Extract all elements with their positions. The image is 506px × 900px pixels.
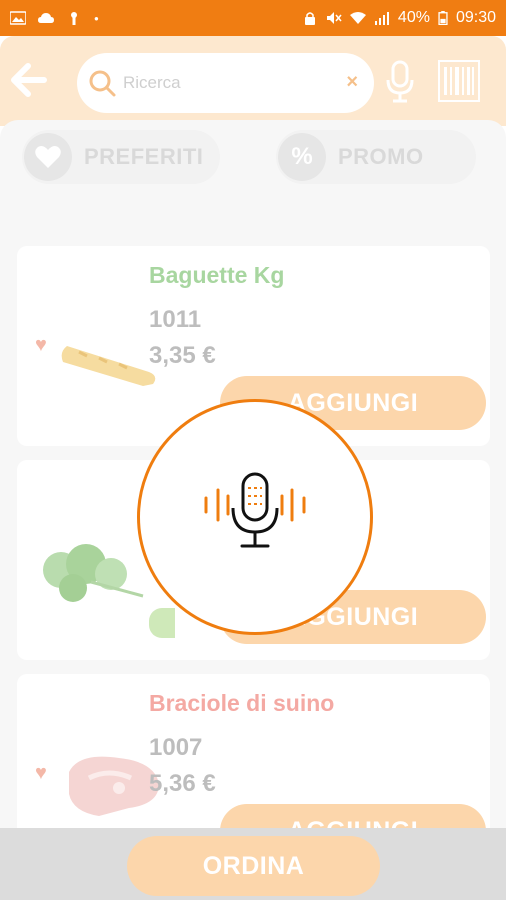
clock: 09:30 xyxy=(455,9,496,26)
percent-icon: % xyxy=(278,133,326,181)
filter-bar: PREFERITI % PROMO xyxy=(0,130,506,190)
keyhole-icon xyxy=(71,12,77,25)
top-bar: Ricerca × xyxy=(0,36,506,126)
barcode-icon[interactable] xyxy=(438,60,480,102)
heart-icon xyxy=(24,133,72,181)
signal-icon xyxy=(374,12,389,25)
search-bar[interactable]: Ricerca × xyxy=(77,53,374,113)
favorites-label: PREFERITI xyxy=(84,144,204,169)
voice-listening-icon xyxy=(204,472,306,548)
product-code: 1011 xyxy=(149,306,202,333)
product-price: 5,36 € xyxy=(149,770,216,797)
search-input[interactable]: Ricerca xyxy=(123,73,181,93)
back-arrow-icon[interactable] xyxy=(8,62,48,98)
image-icon xyxy=(10,11,26,25)
product-code: 1007 xyxy=(149,734,203,761)
product-price: 3,35 € xyxy=(149,342,216,369)
battery-icon xyxy=(438,11,448,25)
favorite-heart-icon[interactable]: ♥ xyxy=(35,762,47,785)
promo-label: PROMO xyxy=(338,144,424,169)
product-name: Braciole di suino xyxy=(149,690,335,716)
promo-filter-button[interactable]: % PROMO xyxy=(276,130,476,184)
mute-icon xyxy=(326,12,342,24)
herb-image xyxy=(43,544,144,602)
product-name: Baguette Kg xyxy=(149,262,285,288)
order-button[interactable]: ORDINA xyxy=(127,836,380,896)
lock-icon xyxy=(304,12,315,25)
dot-indicator: ● xyxy=(94,13,99,23)
promo-tag xyxy=(149,608,175,638)
battery-percent: 40% xyxy=(397,9,430,26)
clear-search-button[interactable]: × xyxy=(346,71,358,94)
cloud-icon xyxy=(38,13,54,23)
search-icon xyxy=(89,70,116,97)
favorites-filter-button[interactable]: PREFERITI xyxy=(22,130,220,184)
wifi-icon xyxy=(349,12,366,24)
microphone-icon[interactable] xyxy=(384,60,416,104)
baguette-image xyxy=(61,346,156,386)
app-screen: Ricerca × PREFERITI % PROMO ♥ Baguette K… xyxy=(0,36,506,900)
favorite-heart-icon[interactable]: ♥ xyxy=(35,334,47,357)
status-bar: ● 40% 09:30 xyxy=(0,0,506,36)
